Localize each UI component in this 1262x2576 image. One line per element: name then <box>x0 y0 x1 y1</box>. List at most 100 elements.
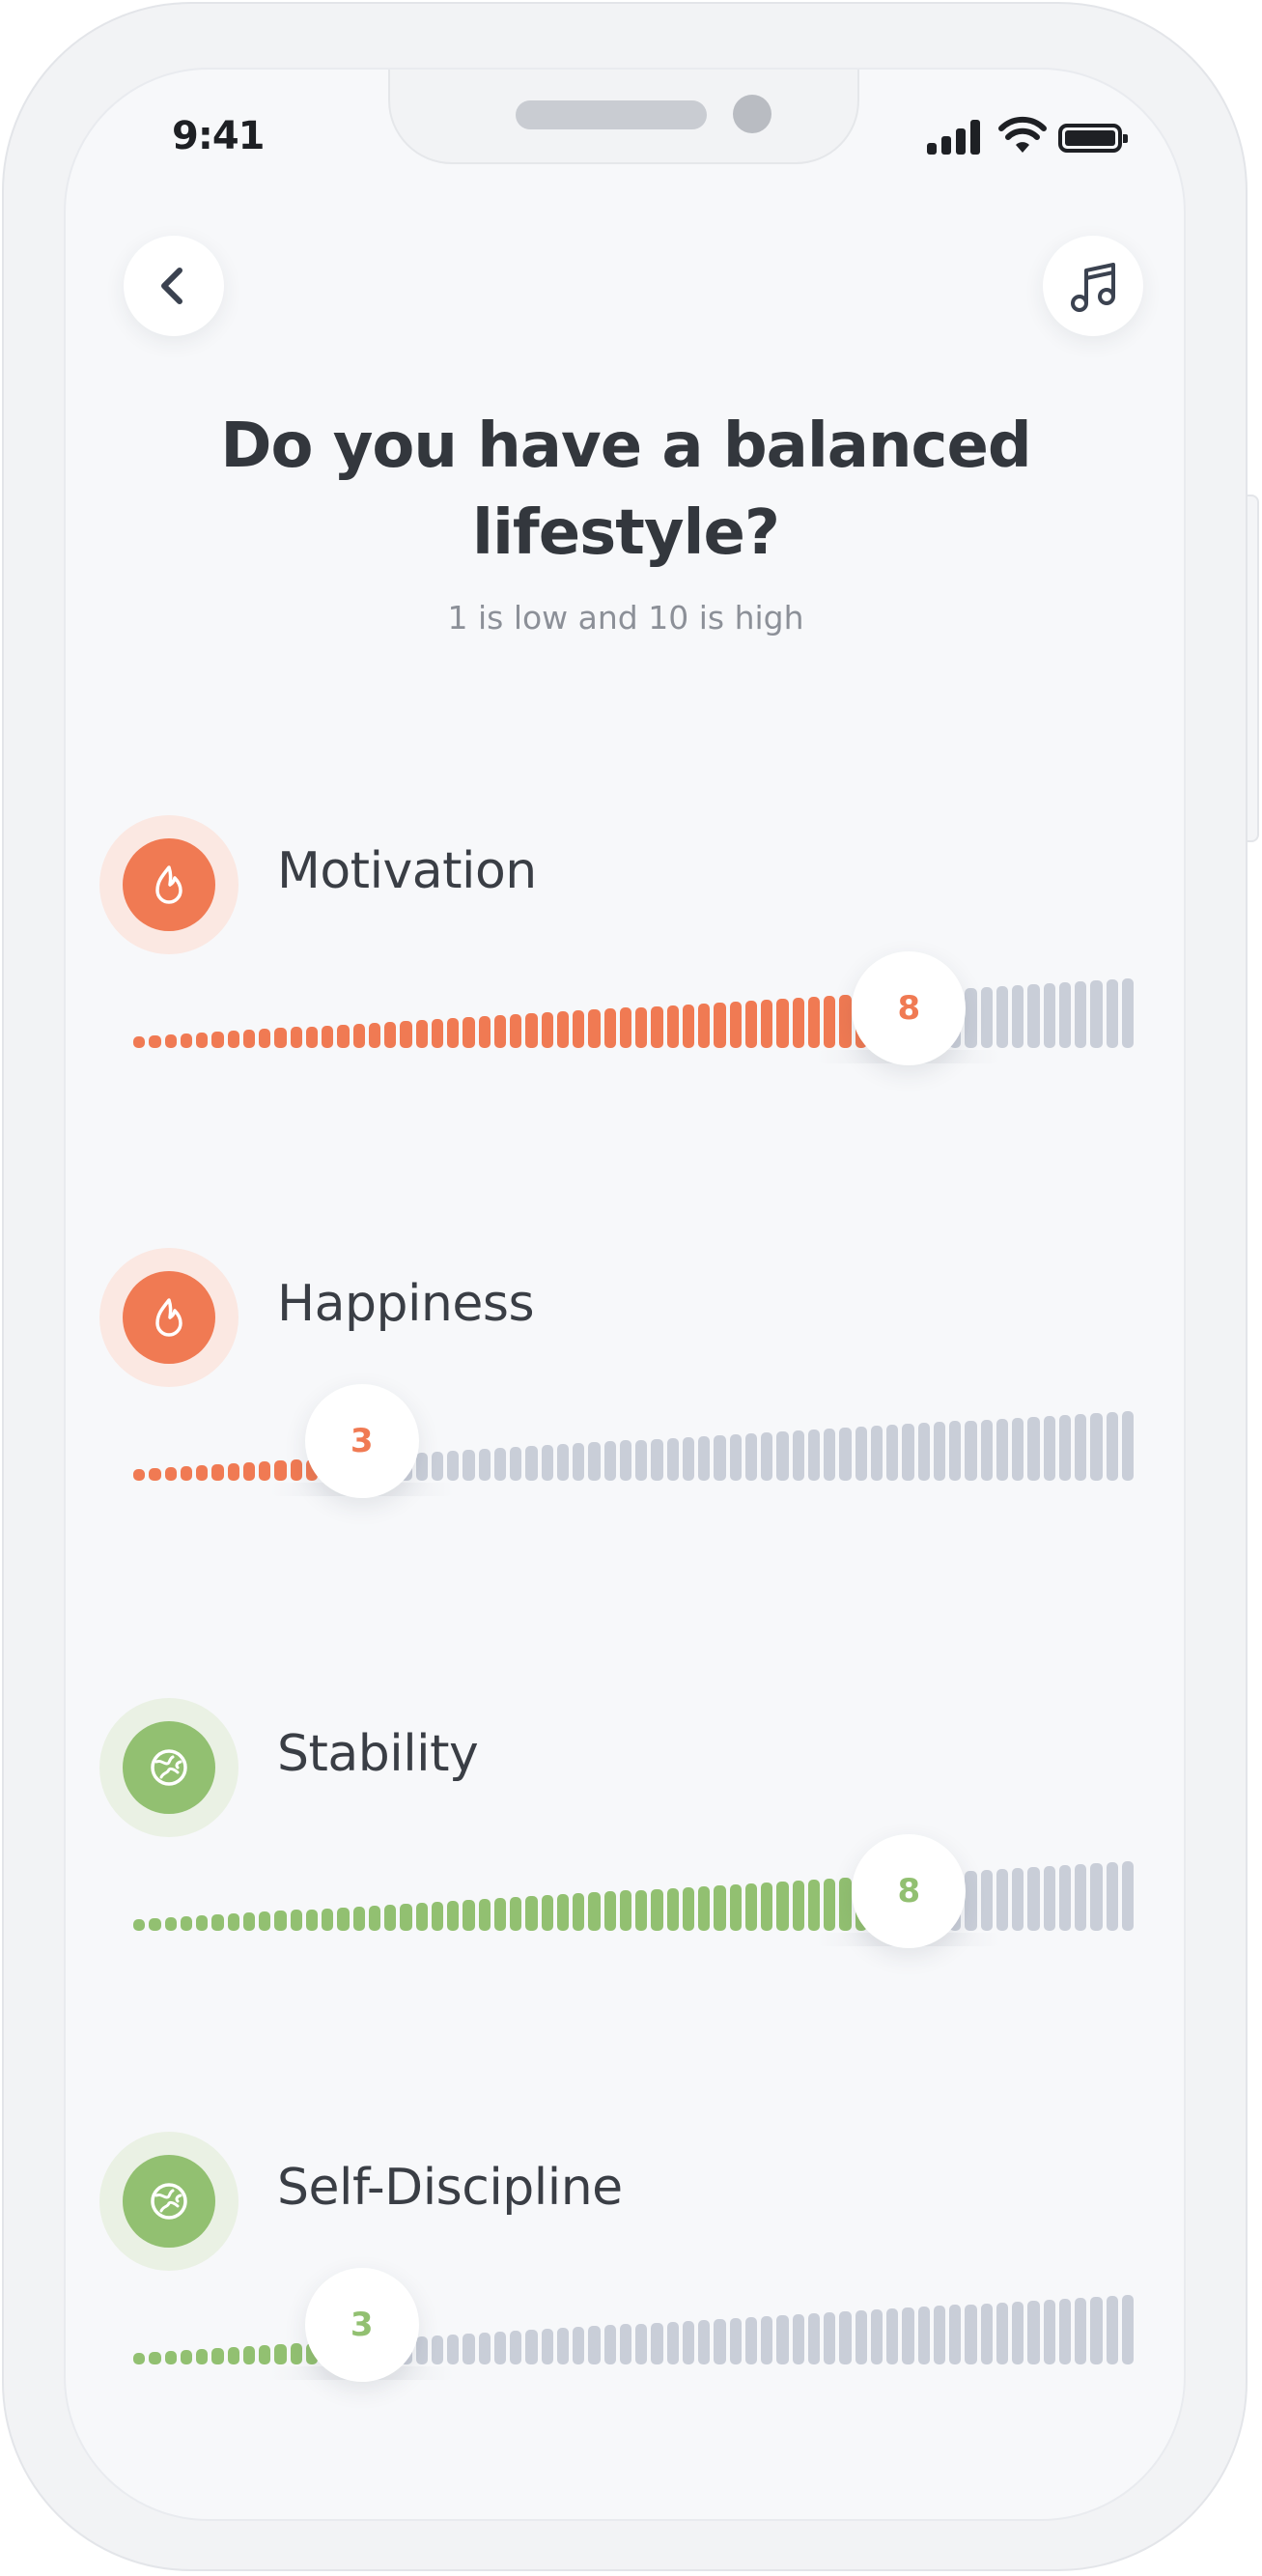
slider-tick <box>870 2309 883 2364</box>
slider-tick <box>761 2315 773 2364</box>
slider-tick <box>180 1916 192 1931</box>
slider-tick <box>965 1420 977 1481</box>
slider-tick <box>337 1907 350 1931</box>
slider-tick <box>573 1010 585 1048</box>
slider-tick <box>1043 1415 1055 1481</box>
metric-happiness: Happiness 3 <box>66 1248 1184 1538</box>
metric-badge <box>99 2132 238 2271</box>
slider-tick <box>839 1878 852 1931</box>
slider-tick <box>1090 2296 1103 2364</box>
slider-tick <box>949 1421 962 1481</box>
slider-tick <box>933 1422 945 1481</box>
slider-tick <box>1090 1862 1103 1931</box>
slider-tick <box>290 1910 302 1931</box>
metric-self-discipline: Self-Discipline 3 <box>66 2132 1184 2421</box>
slider-knob[interactable]: 3 <box>304 2268 419 2382</box>
slider-tick <box>682 1886 694 1931</box>
slider-tick <box>603 1441 616 1481</box>
slider-tick <box>384 1904 397 1931</box>
slider-tick <box>180 1033 192 1048</box>
slider-tick <box>980 986 993 1048</box>
slider-tick <box>525 1013 538 1048</box>
slider-tick <box>635 1889 648 1931</box>
slider-tick <box>1090 979 1103 1048</box>
slider-tick <box>807 1430 820 1481</box>
slider-tick <box>776 998 789 1048</box>
metric-label: Happiness <box>277 1275 535 1333</box>
slider-tick <box>651 1438 663 1481</box>
slider-tick <box>761 1431 773 1481</box>
flame-icon <box>155 1298 182 1337</box>
slider-knob[interactable]: 8 <box>852 951 967 1065</box>
slider-tick <box>761 999 773 1048</box>
slider-tick <box>651 1888 663 1931</box>
rating-slider[interactable]: 3 <box>133 2268 1137 2382</box>
slider-tick <box>980 1869 993 1931</box>
slider-tick <box>242 1462 255 1481</box>
slider-tick <box>729 1883 742 1931</box>
slider-tick <box>902 2307 914 2364</box>
slider-tick <box>603 1008 616 1048</box>
slider-tick <box>1027 1866 1040 1931</box>
flame-icon <box>155 865 182 904</box>
slider-tick <box>682 2320 694 2364</box>
slider-tick <box>1058 2298 1071 2364</box>
slider-tick <box>698 1435 711 1481</box>
slider-tick <box>305 1026 318 1048</box>
slider-tick <box>714 1884 726 1931</box>
slider-tick <box>886 1425 899 1481</box>
slider-tick <box>556 1894 569 1931</box>
slider-tick <box>949 2305 962 2364</box>
page-subtitle: 1 is low and 10 is high <box>447 599 804 637</box>
globe-icon <box>151 2183 187 2220</box>
chevron-left-icon <box>161 268 182 304</box>
metric-badge <box>99 815 238 954</box>
slider-tick <box>744 2316 757 2364</box>
slider-tick <box>666 1887 679 1931</box>
slider-tick <box>305 1909 318 1931</box>
slider-tick <box>729 2317 742 2364</box>
rating-slider[interactable]: 8 <box>133 951 1137 1065</box>
slider-tick <box>1106 1411 1118 1481</box>
back-button[interactable] <box>124 236 224 336</box>
slider-tick <box>761 1882 773 1931</box>
slider-tick <box>839 2311 852 2364</box>
slider-tick <box>211 2348 224 2364</box>
slider-tick <box>431 1451 443 1481</box>
slider-tick <box>478 1016 491 1048</box>
device-notch <box>388 70 859 164</box>
slider-knob[interactable]: 3 <box>304 1384 419 1498</box>
slider-tick <box>588 1009 601 1048</box>
cellular-signal-icon <box>927 118 983 155</box>
slider-tick <box>1121 1411 1134 1481</box>
slider-tick <box>478 2333 491 2364</box>
status-icons <box>927 116 1151 156</box>
rating-slider[interactable]: 3 <box>133 1384 1137 1498</box>
slider-tick <box>651 1005 663 1048</box>
metric-motivation: Motivation 8 <box>66 815 1184 1105</box>
slider-tick <box>133 1469 146 1481</box>
slider-tick <box>807 1880 820 1931</box>
slider-tick <box>180 2350 192 2364</box>
slider-tick <box>352 1023 365 1048</box>
slider-tick <box>1075 1413 1087 1481</box>
slider-tick <box>211 1032 224 1048</box>
rating-slider[interactable]: 8 <box>133 1834 1137 1948</box>
slider-tick <box>447 1450 460 1481</box>
slider-tick <box>917 1423 930 1481</box>
slider-tick <box>714 2318 726 2364</box>
slider-tick <box>682 1436 694 1481</box>
slider-tick <box>541 2329 553 2364</box>
slider-knob[interactable]: 8 <box>852 1834 967 1948</box>
slider-tick <box>133 1036 146 1048</box>
slider-tick <box>1012 2301 1024 2364</box>
slider-tick <box>729 1001 742 1048</box>
slider-tick <box>525 2330 538 2364</box>
slider-tick <box>965 2304 977 2364</box>
slider-tick <box>274 1028 287 1048</box>
music-button[interactable] <box>1043 236 1143 336</box>
slider-tick <box>1106 1861 1118 1931</box>
slider-tick <box>792 1430 804 1481</box>
slider-tick <box>290 2343 302 2364</box>
slider-tick <box>133 2353 146 2364</box>
